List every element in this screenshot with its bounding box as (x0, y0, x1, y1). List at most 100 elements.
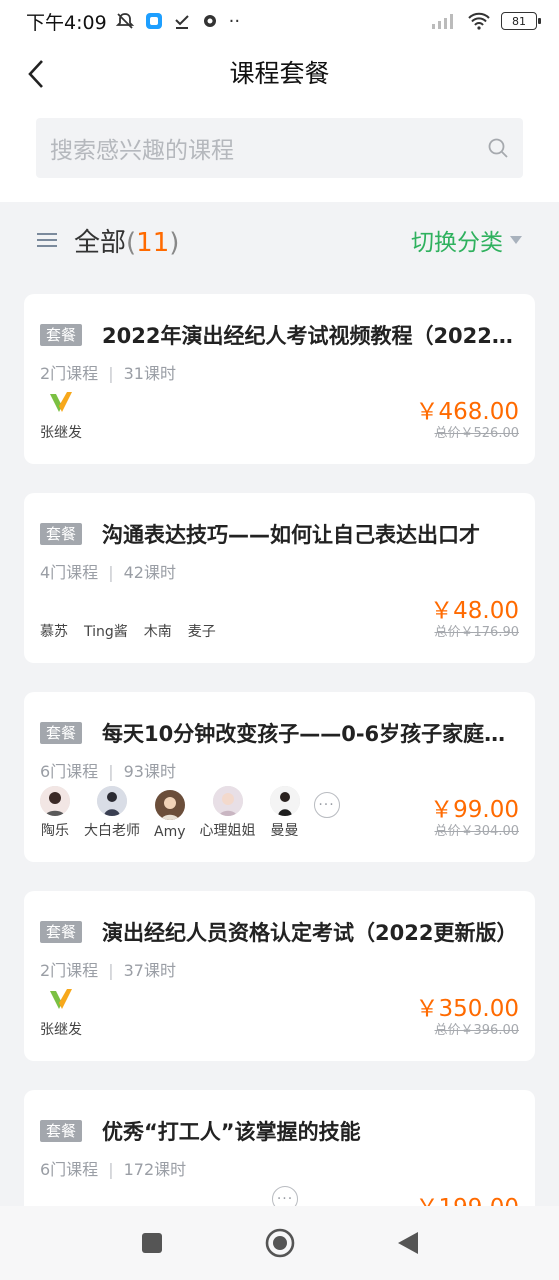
course-meta: 2门课程 | 37课时 (40, 961, 176, 980)
course-count: 6门课程 (40, 762, 99, 781)
teacher-name: 张继发 (40, 1022, 82, 1038)
teacher-list: 陶乐 大白老师 Amy 心理姐姐 曼曼 ··· (40, 786, 340, 840)
course-hours: 37课时 (123, 961, 176, 980)
original-price: 总价￥304.00 (434, 824, 520, 839)
course-count: 2门课程 (40, 364, 99, 383)
status-icons-right: 81 (431, 12, 541, 30)
course-count: 4门课程 (40, 563, 99, 582)
system-nav-bar (0, 1206, 559, 1280)
original-price: 总价￥396.00 (434, 1023, 520, 1038)
course-price: ￥48.00 (430, 598, 519, 624)
status-bar: 下午4:09 ·· 81 (0, 0, 559, 42)
course-price: ￥99.00 (430, 797, 519, 823)
course-card[interactable]: 套餐 每天10分钟改变孩子——0-6岁孩子家庭教育 6门课程 | 93课时 陶乐 大… (24, 692, 535, 862)
teacher-item[interactable]: 陶乐 (40, 786, 70, 840)
page-title: 课程套餐 (229, 59, 330, 88)
avatar (269, 786, 300, 816)
app-notification-icon (145, 13, 162, 29)
avatar (97, 786, 127, 816)
battery-level: 81 (512, 14, 526, 28)
status-icons-left: ·· (115, 11, 240, 32)
package-tag: 套餐 (40, 324, 83, 346)
course-hours: 42课时 (123, 563, 176, 582)
teacher-name: 曼曼 (270, 823, 299, 839)
search-placeholder: 搜索感兴趣的课程 (50, 138, 234, 164)
course-card[interactable]: 套餐 2022年演出经纪人考试视频教程（2022年新大纲） 2门课程|31课时 … (24, 294, 535, 464)
status-time: 下午4:09 (26, 11, 107, 34)
teacher-name: 大白老师 (84, 823, 140, 839)
course-card[interactable]: 套餐 演出经纪人员资格认定考试（2022更新版） 2门课程 | 37课时 张继发 ￥… (24, 891, 535, 1061)
course-price: ￥468.00 (415, 399, 519, 425)
teacher-name[interactable]: Ting酱 (84, 621, 128, 641)
wifi-icon (468, 12, 490, 30)
course-hours: 172课时 (123, 1160, 187, 1179)
more-teachers-icon[interactable]: ··· (313, 792, 340, 818)
course-hours: 93课时 (123, 762, 176, 781)
menu-lines-icon[interactable] (36, 231, 58, 249)
bell-muted-icon (115, 13, 134, 29)
caret-down-icon (510, 236, 522, 244)
teacher-logo-icon (50, 392, 72, 412)
teacher-item[interactable]: 大白老师 (84, 786, 140, 840)
package-tag: 套餐 (40, 921, 83, 943)
search-icon[interactable] (487, 137, 509, 159)
filter-count: 11 (136, 227, 170, 258)
header: 课程套餐 搜索感兴趣的课程 (0, 42, 559, 202)
course-title: 每天10分钟改变孩子——0-6岁孩子家庭教育 (102, 722, 522, 746)
original-price: 总价￥176.90 (434, 625, 520, 640)
settings-gear-icon (203, 15, 216, 27)
teacher-name: 陶乐 (41, 823, 69, 839)
course-price: ￥350.00 (415, 996, 519, 1022)
battery-indicator: 81 (501, 12, 541, 30)
teacher-name[interactable]: 慕苏 (40, 621, 68, 641)
teacher-list: 张继发 (40, 985, 82, 1039)
home-circle-icon[interactable] (264, 1227, 296, 1259)
course-card[interactable]: 套餐 沟通表达技巧——如何让自己表达出口才 4门课程 | 42课时 慕苏 Ting酱… (24, 493, 535, 663)
course-meta: 6门课程 | 93课时 (40, 762, 176, 781)
package-tag: 套餐 (40, 1120, 83, 1142)
course-list: 套餐 2022年演出经纪人考试视频教程（2022年新大纲） 2门课程|31课时 … (24, 294, 535, 1280)
filter-bar: 全部(11) 切换分类 (0, 202, 559, 278)
download-done-icon (174, 15, 189, 29)
package-tag: 套餐 (40, 523, 83, 545)
back-triangle-icon[interactable] (396, 1230, 420, 1256)
count-open-paren: ( (126, 227, 137, 258)
category-all-label[interactable]: 全部(11) (74, 222, 179, 259)
teacher-item[interactable]: 曼曼 (269, 786, 300, 840)
course-meta: 6门课程 | 172课时 (40, 1160, 187, 1179)
switch-category-label: 切换分类 (411, 230, 503, 256)
course-title: 沟通表达技巧——如何让自己表达出口才 (102, 523, 480, 547)
status-more-dots: ·· (228, 10, 241, 32)
course-title: 优秀“打工人”该掌握的技能 (102, 1120, 361, 1144)
teacher-item[interactable]: 心理姐姐 (200, 786, 256, 840)
avatar (212, 786, 243, 816)
teacher-list: 慕苏 Ting酱 木南 麦子 (40, 621, 216, 641)
original-price: 总价￥526.00 (434, 426, 520, 441)
course-count: 2门课程 (40, 961, 99, 980)
stop-square-icon[interactable] (140, 1231, 164, 1255)
teacher-logo-icon (50, 989, 72, 1009)
teacher-item[interactable]: 张继发 (40, 985, 82, 1039)
avatar (40, 786, 70, 816)
count-close-paren: ) (169, 227, 180, 258)
course-hours: 31课时 (123, 364, 176, 383)
course-title: 演出经纪人员资格认定考试（2022更新版） (102, 921, 518, 945)
teacher-name: 心理姐姐 (199, 823, 256, 839)
search-input[interactable]: 搜索感兴趣的课程 (36, 118, 523, 178)
filter-label: 全部 (74, 227, 127, 258)
course-count: 6门课程 (40, 1160, 99, 1179)
course-title: 2022年演出经纪人考试视频教程（2022年新大纲） (102, 324, 522, 348)
teacher-name[interactable]: 麦子 (188, 621, 216, 641)
teacher-name: 张继发 (40, 425, 82, 441)
package-tag: 套餐 (40, 722, 83, 744)
teacher-name[interactable]: 木南 (144, 621, 172, 641)
teacher-item[interactable]: Amy (154, 790, 186, 840)
course-meta: 2门课程 | 31课时 (40, 364, 176, 383)
course-meta: 4门课程 | 42课时 (40, 563, 176, 582)
teacher-item[interactable]: 张继发 (40, 388, 82, 442)
signal-icon (432, 14, 453, 29)
switch-category-button[interactable]: 切换分类 (411, 223, 523, 257)
avatar (154, 790, 185, 820)
teacher-name: Amy (154, 824, 186, 840)
teacher-list: 张继发 (40, 388, 82, 442)
